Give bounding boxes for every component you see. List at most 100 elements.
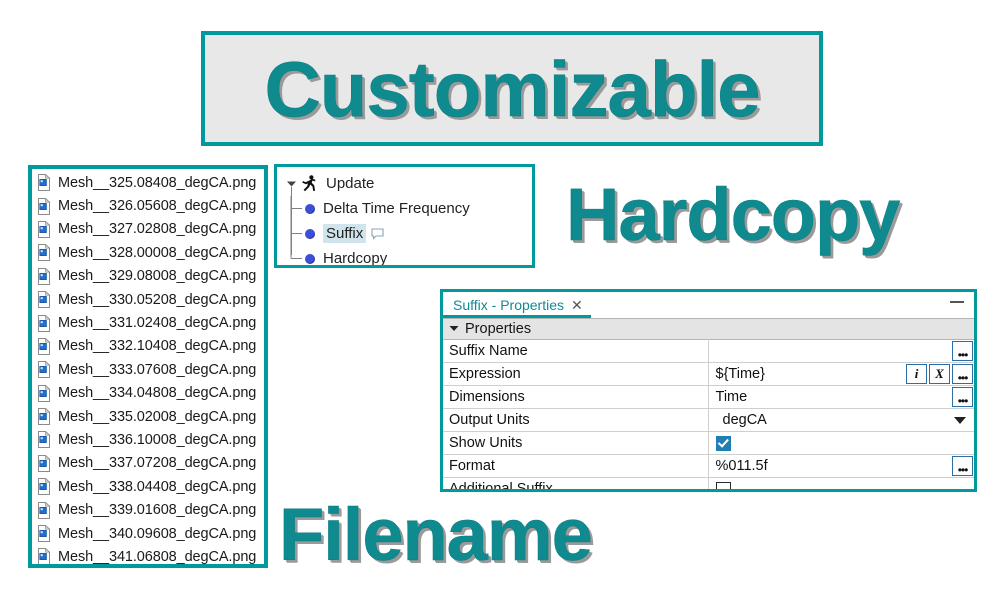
filename-headline: Filename bbox=[279, 493, 593, 576]
tree-item-update[interactable]: Update bbox=[283, 171, 532, 196]
customizable-headline: Customizable bbox=[264, 44, 761, 133]
list-item[interactable]: Mesh__325.08408_degCA.png bbox=[36, 171, 264, 194]
tab-suffix-properties[interactable]: Suffix - Properties ✕ bbox=[443, 292, 591, 318]
property-label: Show Units bbox=[443, 431, 709, 455]
file-name-label: Mesh__340.09608_degCA.png bbox=[58, 525, 257, 542]
properties-titlebar: Suffix - Properties ✕ bbox=[443, 292, 974, 318]
list-item[interactable]: Mesh__328.00008_degCA.png bbox=[36, 241, 264, 264]
property-value[interactable]: degCA bbox=[723, 412, 955, 428]
tab-suffix-properties-label: Suffix - Properties bbox=[453, 297, 565, 313]
image-file-icon bbox=[36, 220, 51, 238]
file-name-label: Mesh__338.04408_degCA.png bbox=[58, 478, 257, 495]
ellipsis-button[interactable]: ••• bbox=[952, 341, 973, 361]
list-item[interactable]: Mesh__340.09608_degCA.png bbox=[36, 522, 264, 545]
file-name-label: Mesh__330.05208_degCA.png bbox=[58, 291, 257, 308]
list-item[interactable]: Mesh__336.10008_degCA.png bbox=[36, 428, 264, 451]
list-item[interactable]: Mesh__337.07208_degCA.png bbox=[36, 452, 264, 475]
image-file-icon bbox=[36, 267, 51, 285]
property-row[interactable]: Format %011.5f ••• bbox=[443, 454, 974, 478]
properties-group-header[interactable]: Properties bbox=[443, 318, 974, 340]
list-item[interactable]: Mesh__330.05208_degCA.png bbox=[36, 288, 264, 311]
ellipsis-icon: ••• bbox=[957, 463, 969, 477]
tree-body: Update Delta Time Frequency Suffix Hardc… bbox=[277, 167, 532, 267]
image-file-icon bbox=[36, 291, 51, 309]
ellipsis-button[interactable]: ••• bbox=[952, 456, 973, 476]
list-item[interactable]: Mesh__333.07608_degCA.png bbox=[36, 358, 264, 381]
property-row[interactable]: Dimensions Time ••• bbox=[443, 385, 974, 409]
tree-item-label: Suffix bbox=[323, 224, 367, 243]
list-item[interactable]: Mesh__334.04808_degCA.png bbox=[36, 382, 264, 405]
list-item[interactable]: Mesh__335.02008_degCA.png bbox=[36, 405, 264, 428]
file-name-label: Mesh__326.05608_degCA.png bbox=[58, 198, 257, 215]
tree-item-label: Delta Time Frequency bbox=[323, 200, 470, 217]
image-file-icon bbox=[36, 408, 51, 426]
tree-elbow-connector bbox=[283, 196, 305, 221]
checkbox-checked[interactable] bbox=[715, 435, 731, 451]
property-row[interactable]: Output Units degCA bbox=[443, 408, 974, 432]
property-row[interactable]: Expression ${Time} i X ••• bbox=[443, 362, 974, 386]
blue-bullet-icon bbox=[305, 228, 315, 239]
list-item[interactable]: Mesh__326.05608_degCA.png bbox=[36, 194, 264, 217]
ellipsis-button[interactable]: ••• bbox=[952, 364, 973, 384]
list-item[interactable]: Mesh__331.02408_degCA.png bbox=[36, 311, 264, 334]
tree-elbow-connector bbox=[283, 246, 305, 265]
image-file-icon bbox=[36, 548, 51, 564]
file-name-label: Mesh__337.07208_degCA.png bbox=[58, 455, 257, 472]
list-item[interactable]: Mesh__338.04408_degCA.png bbox=[36, 475, 264, 498]
property-value[interactable]: Time bbox=[716, 389, 953, 405]
file-name-label: Mesh__325.08408_degCA.png bbox=[58, 174, 257, 191]
chevron-down-icon[interactable] bbox=[954, 416, 966, 424]
property-value-cell[interactable] bbox=[708, 478, 974, 489]
image-file-icon bbox=[36, 454, 51, 472]
file-name-label: Mesh__335.02008_degCA.png bbox=[58, 408, 257, 425]
tree-item-suffix[interactable]: Suffix bbox=[283, 221, 532, 246]
property-value-cell[interactable]: ••• bbox=[708, 340, 974, 363]
tree-elbow-connector bbox=[283, 221, 305, 246]
property-label: Format bbox=[443, 454, 709, 478]
chevron-down-icon[interactable] bbox=[449, 321, 459, 337]
list-item[interactable]: Mesh__327.02808_degCA.png bbox=[36, 218, 264, 241]
image-file-icon bbox=[36, 337, 51, 355]
property-row[interactable]: Suffix Name ••• bbox=[443, 339, 974, 363]
list-item[interactable]: Mesh__339.01608_degCA.png bbox=[36, 498, 264, 521]
tree-item-hardcopy[interactable]: Hardcopy bbox=[283, 246, 532, 267]
clear-expression-button[interactable]: X bbox=[929, 364, 950, 384]
file-list-panel[interactable]: Mesh__325.08408_degCA.png Mesh__326.0560… bbox=[28, 165, 268, 568]
image-file-icon bbox=[36, 525, 51, 543]
comment-icon[interactable] bbox=[371, 227, 384, 240]
property-value-cell[interactable]: %011.5f ••• bbox=[708, 455, 974, 478]
list-item[interactable]: Mesh__341.06808_degCA.png bbox=[36, 545, 264, 564]
image-file-icon bbox=[36, 384, 51, 402]
property-value-cell[interactable] bbox=[708, 432, 974, 455]
info-button[interactable]: i bbox=[906, 364, 927, 384]
property-value-cell[interactable]: degCA bbox=[708, 409, 974, 432]
property-value[interactable]: ${Time} bbox=[716, 366, 907, 382]
property-row[interactable]: Additional Suffix bbox=[443, 477, 974, 489]
chevron-down-icon[interactable] bbox=[283, 171, 299, 196]
ellipsis-button[interactable]: ••• bbox=[952, 387, 973, 407]
properties-table: Properties Suffix Name ••• Expression ${Tim… bbox=[443, 318, 974, 489]
file-name-label: Mesh__339.01608_degCA.png bbox=[58, 502, 257, 519]
minimize-icon[interactable] bbox=[950, 301, 964, 303]
file-name-label: Mesh__331.02408_degCA.png bbox=[58, 315, 257, 332]
customizable-banner: Customizable bbox=[201, 31, 823, 146]
image-file-icon bbox=[36, 501, 51, 519]
list-item[interactable]: Mesh__329.08008_degCA.png bbox=[36, 265, 264, 288]
file-list[interactable]: Mesh__325.08408_degCA.png Mesh__326.0560… bbox=[32, 169, 264, 564]
checkbox-unchecked[interactable] bbox=[715, 481, 731, 489]
tree-item-label: Hardcopy bbox=[323, 250, 388, 267]
property-value[interactable]: %011.5f bbox=[716, 458, 953, 474]
close-icon[interactable]: ✕ bbox=[571, 298, 583, 312]
update-tree-panel[interactable]: Update Delta Time Frequency Suffix Hardc… bbox=[274, 164, 535, 268]
image-file-icon bbox=[36, 478, 51, 496]
property-row[interactable]: Show Units bbox=[443, 431, 974, 455]
tree-item-delta-time-frequency[interactable]: Delta Time Frequency bbox=[283, 196, 532, 221]
properties-group-label: Properties bbox=[465, 321, 532, 337]
list-item[interactable]: Mesh__332.10408_degCA.png bbox=[36, 335, 264, 358]
property-value-cell[interactable]: ${Time} i X ••• bbox=[708, 363, 974, 386]
tree-children: Delta Time Frequency Suffix Hardcopy bbox=[283, 196, 532, 267]
file-name-label: Mesh__334.04808_degCA.png bbox=[58, 385, 257, 402]
suffix-properties-panel[interactable]: Suffix - Properties ✕ Properties Suffix … bbox=[440, 289, 977, 492]
image-file-icon bbox=[36, 174, 51, 192]
property-value-cell[interactable]: Time ••• bbox=[708, 386, 974, 409]
